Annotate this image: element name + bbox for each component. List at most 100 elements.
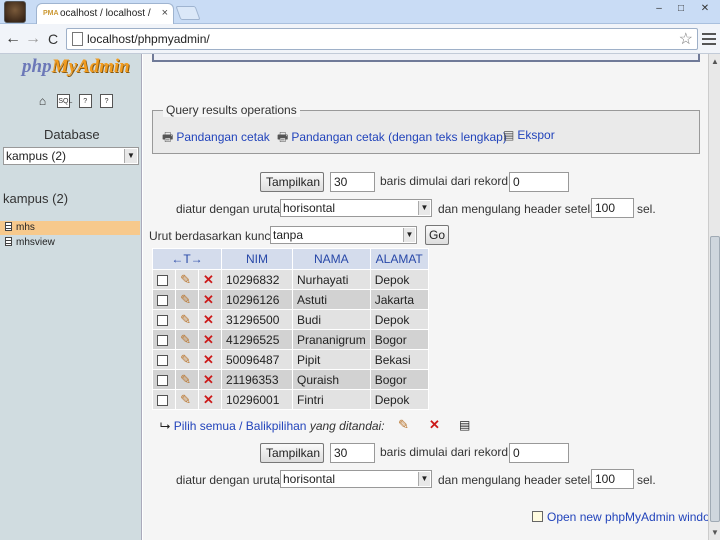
close-window-icon[interactable]: ✕: [696, 2, 714, 16]
select-all-link[interactable]: Pilih semua / Balikpilihan: [174, 419, 307, 433]
delete-icon[interactable]: ✕: [203, 392, 214, 407]
table-row[interactable]: ✎ ✕ 50096487 Pipit Bekasi: [151, 349, 429, 370]
sidebar-table-mhsview[interactable]: mhsview: [0, 236, 140, 250]
delete-icon[interactable]: ✕: [203, 312, 214, 327]
row-checkbox[interactable]: [157, 374, 168, 386]
table-icon[interactable]: [5, 237, 12, 246]
edit-icon[interactable]: ✎: [180, 372, 191, 387]
cell-nim[interactable]: 50096487: [221, 349, 293, 370]
cell-nama[interactable]: Fintri: [292, 389, 371, 410]
back-icon[interactable]: ←: [4, 30, 22, 48]
table-row[interactable]: ✎ ✕ 31296500 Budi Depok: [151, 309, 429, 330]
query-window-icon[interactable]: ?: [100, 94, 114, 108]
cell-alamat[interactable]: Depok: [369, 269, 429, 290]
repeat-input-top[interactable]: 100: [591, 198, 634, 218]
delete-icon[interactable]: ✕: [203, 372, 214, 387]
cell-alamat[interactable]: Jakarta: [369, 289, 429, 310]
new-tab-button[interactable]: [175, 6, 201, 20]
docs-icon[interactable]: ?: [78, 94, 92, 108]
start-input-bottom[interactable]: 0: [509, 443, 569, 463]
edit-selected-icon[interactable]: ✎: [398, 417, 409, 433]
reload-icon[interactable]: C: [44, 30, 62, 48]
print-view-full-link[interactable]: 🖶 Pandangan cetak (dengan teks lengkap): [277, 128, 507, 149]
sidebar-table-mhs[interactable]: mhs: [0, 221, 140, 235]
scroll-down-icon[interactable]: ▼: [711, 528, 719, 537]
column-header-nim[interactable]: NIM: [221, 248, 293, 270]
delete-icon[interactable]: ✕: [203, 272, 214, 287]
column-toggle-header[interactable]: ←T→: [152, 248, 222, 270]
new-window-link[interactable]: Open new phpMyAdmin window: [532, 510, 708, 524]
table-icon[interactable]: [5, 222, 12, 231]
edit-icon[interactable]: ✎: [180, 292, 191, 307]
cell-alamat[interactable]: Bekasi: [369, 349, 429, 370]
repeat-input-bottom[interactable]: 100: [591, 469, 634, 489]
delete-selected-icon[interactable]: ✕: [429, 417, 440, 433]
table-row[interactable]: ✎ ✕ 21196353 Quraish Bogor: [151, 369, 429, 390]
cell-nim[interactable]: 10296001: [221, 389, 293, 410]
show-button-top[interactable]: Tampilkan: [260, 172, 324, 192]
cell-nama[interactable]: Prananigrum: [292, 329, 371, 350]
profile-avatar[interactable]: [4, 1, 26, 23]
browser-tab[interactable]: PMA ocalhost / localhost / kampus ×: [36, 3, 174, 24]
row-checkbox[interactable]: [157, 354, 168, 366]
column-header-nama[interactable]: NAMA: [292, 248, 371, 270]
rows-input-bottom[interactable]: 30: [330, 443, 375, 463]
cell-nama[interactable]: Nurhayati: [292, 269, 371, 290]
phpmyadmin-logo[interactable]: phpMyAdmin: [22, 56, 130, 78]
edit-icon[interactable]: ✎: [180, 312, 191, 327]
cell-nim[interactable]: 10296832: [221, 269, 293, 290]
rows-input-top[interactable]: 30: [330, 172, 375, 192]
sql-icon[interactable]: SQL: [57, 94, 72, 108]
cell-nama[interactable]: Astuti: [292, 289, 371, 310]
scroll-thumb[interactable]: [710, 236, 720, 522]
address-bar[interactable]: localhost/phpmyadmin/ ☆: [66, 28, 698, 50]
cell-alamat[interactable]: Depok: [369, 389, 429, 410]
mode-select-top[interactable]: horisontal ▼: [280, 199, 432, 217]
show-button-bottom[interactable]: Tampilkan: [260, 443, 324, 463]
column-header-alamat[interactable]: ALAMAT: [369, 248, 429, 270]
minimize-icon[interactable]: –: [650, 2, 668, 16]
row-checkbox[interactable]: [157, 294, 168, 306]
table-row[interactable]: ✎ ✕ 10296126 Astuti Jakarta: [151, 289, 429, 310]
row-checkbox[interactable]: [157, 394, 168, 406]
mode-select-bottom[interactable]: horisontal ▼: [280, 470, 432, 488]
sort-by-key-select[interactable]: tanpa ▼: [270, 226, 417, 244]
edit-icon[interactable]: ✎: [180, 392, 191, 407]
delete-icon[interactable]: ✕: [203, 332, 214, 347]
delete-icon[interactable]: ✕: [203, 292, 214, 307]
maximize-icon[interactable]: □: [672, 2, 690, 16]
row-checkbox[interactable]: [157, 334, 168, 346]
cell-alamat[interactable]: Bogor: [369, 369, 429, 390]
menu-icon[interactable]: [702, 30, 716, 46]
home-icon[interactable]: ⌂: [36, 94, 49, 108]
row-checkbox[interactable]: [157, 274, 168, 286]
cell-nim[interactable]: 10296126: [221, 289, 293, 310]
edit-icon[interactable]: ✎: [180, 352, 191, 367]
cell-nim[interactable]: 31296500: [221, 309, 293, 330]
start-input-top[interactable]: 0: [509, 172, 569, 192]
export-link[interactable]: ▤ Ekspor: [503, 128, 555, 142]
table-row[interactable]: ✎ ✕ 10296001 Fintri Depok: [151, 389, 429, 410]
edit-icon[interactable]: ✎: [180, 332, 191, 347]
bookmark-star-icon[interactable]: ☆: [679, 29, 693, 49]
go-button[interactable]: Go: [425, 225, 449, 245]
scroll-up-icon[interactable]: ▲: [711, 57, 719, 66]
cell-nama[interactable]: Pipit: [292, 349, 371, 370]
table-row[interactable]: ✎ ✕ 10296832 Nurhayati Depok: [151, 269, 429, 290]
table-row[interactable]: ✎ ✕ 41296525 Prananigrum Bogor: [151, 329, 429, 350]
tab-close-icon[interactable]: ×: [162, 7, 168, 19]
cell-alamat[interactable]: Depok: [369, 309, 429, 330]
edit-icon[interactable]: ✎: [180, 272, 191, 287]
cell-nama[interactable]: Budi: [292, 309, 371, 330]
main-scrollbar[interactable]: ▲ ▼: [708, 54, 720, 540]
database-heading[interactable]: kampus (2): [3, 191, 68, 206]
print-view-link[interactable]: 🖶 Pandangan cetak: [162, 128, 270, 149]
cell-nim[interactable]: 21196353: [221, 369, 293, 390]
forward-icon[interactable]: →: [24, 30, 42, 48]
row-checkbox[interactable]: [157, 314, 168, 326]
cell-nama[interactable]: Quraish: [292, 369, 371, 390]
database-select[interactable]: kampus (2) ▼: [3, 147, 139, 165]
delete-icon[interactable]: ✕: [203, 352, 214, 367]
export-selected-icon[interactable]: ▤: [459, 418, 470, 432]
cell-alamat[interactable]: Bogor: [369, 329, 429, 350]
